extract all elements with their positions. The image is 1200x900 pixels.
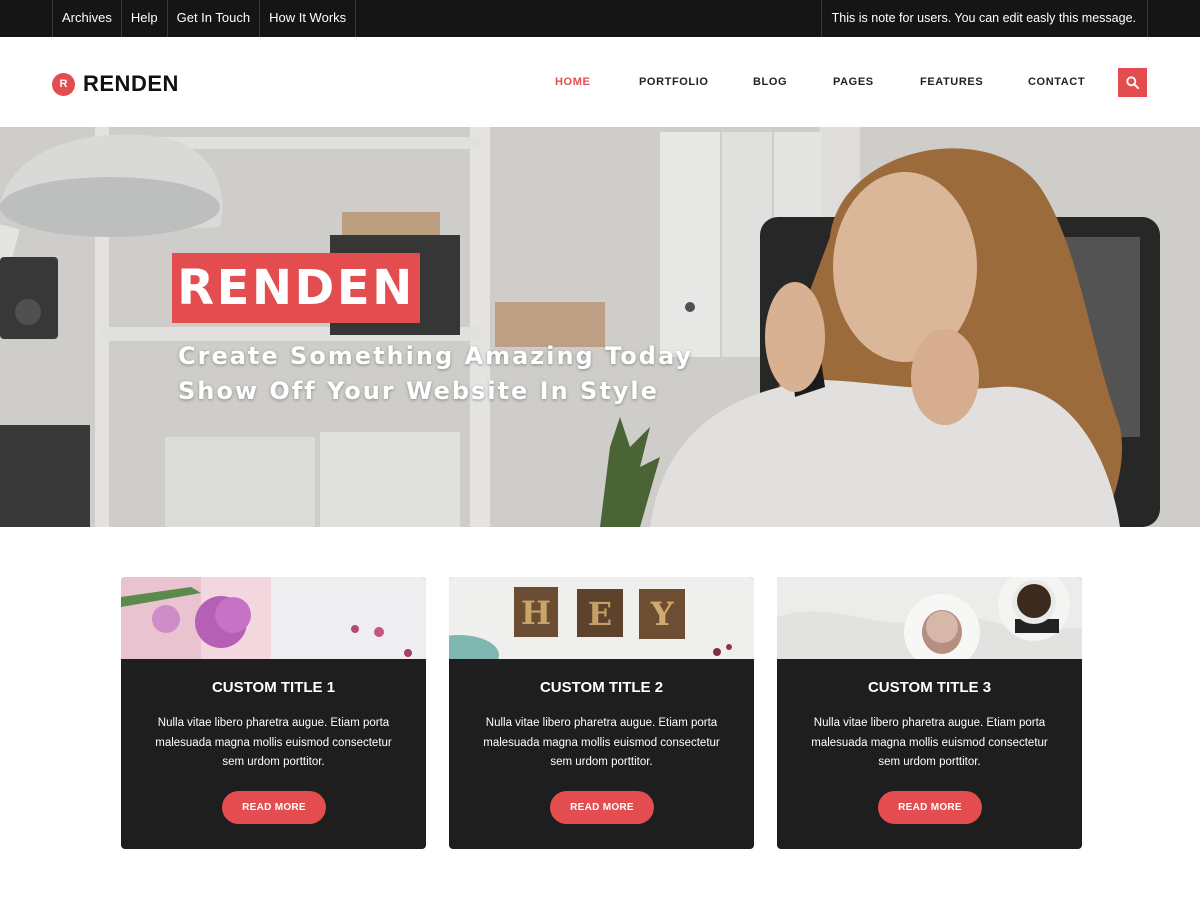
nav-item-contact[interactable]: CONTACT [1028, 76, 1085, 88]
read-more-button-1[interactable]: READ MORE [222, 791, 326, 824]
nav-item-features[interactable]: FEATURES [920, 76, 983, 88]
top-link-archives[interactable]: Archives [53, 0, 122, 37]
card-description-line: Nulla vitae libero pharetra augue. Etiam… [485, 717, 718, 729]
site-header: R RENDEN HOME PORTFOLIO BLOG PAGES FEATU… [0, 37, 1200, 127]
feature-card-1: CUSTOM TITLE 1 Nulla vitae libero pharet… [121, 577, 426, 849]
search-button[interactable] [1118, 68, 1147, 97]
read-more-button-3[interactable]: READ MORE [878, 791, 982, 824]
main-nav: HOME PORTFOLIO BLOG PAGES FEATURES CONTA… [0, 76, 1200, 90]
nav-item-home[interactable]: HOME [555, 76, 590, 88]
top-link-help[interactable]: Help [122, 0, 168, 37]
top-links: Archives Help Get In Touch How It Works [52, 0, 357, 37]
feature-card-3: CUSTOM TITLE 3 Nulla vitae libero pharet… [777, 577, 1082, 849]
hero-subtitle-line1: Create Something Amazing Today [178, 342, 694, 370]
top-bar: Archives Help Get In Touch How It Works … [0, 0, 1200, 37]
hero-subtitle-line2: Show Off Your Website In Style [178, 377, 659, 405]
card-title-2: CUSTOM TITLE 2 [539, 679, 664, 696]
nav-item-blog[interactable]: BLOG [753, 76, 787, 88]
card-image-3 [777, 577, 1082, 659]
top-note: This is note for users. You can edit eas… [820, 0, 1148, 37]
card-description-1: Nulla vitae libero pharetra augue. Etiam… [143, 714, 404, 773]
card-description-line: malesuada magna mollis euismod consectet… [483, 736, 720, 749]
card-description-line: sem urdom porttitor. [878, 756, 981, 768]
card-title-3: CUSTOM TITLE 3 [867, 679, 992, 696]
top-link-get-in-touch[interactable]: Get In Touch [168, 0, 261, 37]
card-image-1 [121, 577, 426, 659]
card-image-letter-y: Y [650, 595, 675, 633]
card-image-2: H E Y [449, 577, 754, 659]
card-description-line: malesuada magna mollis euismod consectet… [155, 736, 392, 749]
read-more-button-2[interactable]: READ MORE [550, 791, 654, 824]
card-description-2: Nulla vitae libero pharetra augue. Etiam… [471, 714, 732, 773]
top-link-how-it-works[interactable]: How It Works [260, 0, 357, 37]
card-image-letter-h: H [521, 594, 551, 632]
hero-title-box: RENDEN [172, 253, 420, 323]
card-description-line: sem urdom porttitor. [222, 756, 325, 768]
card-title-1: CUSTOM TITLE 1 [211, 679, 336, 696]
search-icon [1126, 76, 1139, 89]
nav-item-portfolio[interactable]: PORTFOLIO [639, 76, 709, 88]
hero-banner: RENDEN Create Something Amazing Today Sh… [0, 127, 1200, 527]
nav-item-pages[interactable]: PAGES [833, 76, 874, 88]
card-description-line: Nulla vitae libero pharetra augue. Etiam… [157, 717, 390, 729]
card-description-3: Nulla vitae libero pharetra augue. Etiam… [799, 714, 1060, 773]
card-description-line: sem urdom porttitor. [550, 756, 653, 768]
card-image-letter-e: E [588, 595, 612, 633]
hero-title: RENDEN [177, 260, 415, 316]
card-description-line: Nulla vitae libero pharetra augue. Etiam… [813, 717, 1046, 729]
feature-card-2: H E Y CUSTOM TITLE 2 Nulla vitae libero … [449, 577, 754, 849]
hero-background-image [0, 127, 1200, 527]
card-description-line: malesuada magna mollis euismod consectet… [811, 736, 1048, 749]
